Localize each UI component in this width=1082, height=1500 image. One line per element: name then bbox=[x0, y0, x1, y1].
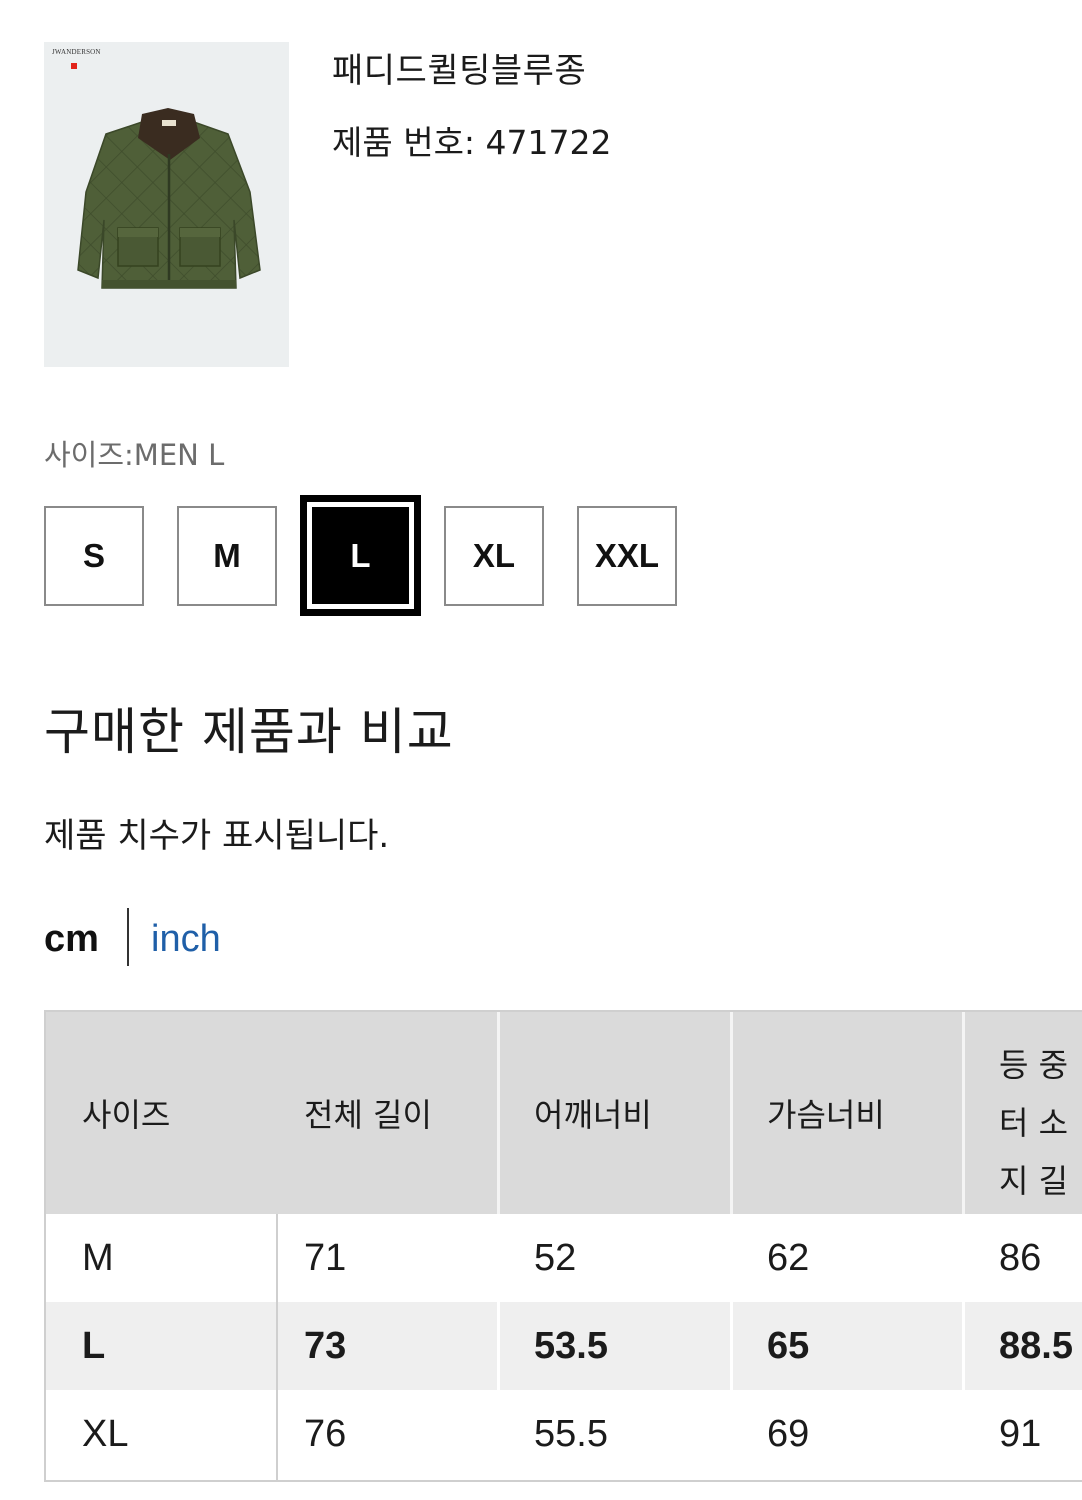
header-divider bbox=[497, 1012, 500, 1214]
compare-description: 제품 치수가 표시됩니다. bbox=[44, 816, 390, 856]
unit-inch-toggle[interactable]: inch bbox=[151, 915, 221, 963]
table-cell: M bbox=[82, 1236, 114, 1279]
table-cell: 86 bbox=[999, 1236, 1042, 1279]
product-number: 제품 번호: 471722 bbox=[332, 123, 612, 162]
table-cell: L bbox=[82, 1324, 106, 1367]
header-sleeve-line-1: 등 중 bbox=[999, 1046, 1069, 1084]
table-row: XL 76 55.5 69 91 bbox=[46, 1390, 1082, 1478]
size-label: 사이즈:MEN L bbox=[44, 438, 225, 472]
table-cell: 55.5 bbox=[534, 1412, 608, 1455]
table-cell: 73 bbox=[304, 1324, 347, 1367]
header-size: 사이즈 bbox=[82, 1096, 171, 1134]
table-header: 사이즈 전체 길이 어깨너비 가슴너비 등 중 터 소 지 길 bbox=[46, 1012, 1082, 1214]
header-sleeve-length: 등 중 터 소 지 길 bbox=[999, 1036, 1082, 1210]
column-divider bbox=[497, 1214, 500, 1480]
product-image: JWANDERSON bbox=[44, 42, 289, 367]
table-cell: 91 bbox=[999, 1412, 1042, 1455]
table-cell: XL bbox=[82, 1412, 129, 1455]
header-divider bbox=[962, 1012, 965, 1214]
size-option-l-gap: L bbox=[307, 502, 414, 609]
size-option-s[interactable]: S bbox=[44, 506, 144, 606]
header-chest-width: 가슴너비 bbox=[767, 1096, 885, 1134]
table-row-highlighted: L 73 53.5 65 88.5 bbox=[46, 1302, 1082, 1390]
compare-title: 구매한 제품과 비교 bbox=[44, 703, 454, 761]
table-cell: 52 bbox=[534, 1236, 577, 1279]
unit-divider bbox=[127, 908, 129, 966]
table-cell: 69 bbox=[767, 1412, 810, 1455]
size-option-l-frame[interactable]: L bbox=[300, 495, 421, 616]
unit-cm-toggle[interactable]: cm bbox=[44, 915, 99, 963]
header-shoulder-width: 어깨너비 bbox=[534, 1096, 652, 1134]
table-row: M 71 52 62 86 bbox=[46, 1214, 1082, 1302]
column-divider bbox=[962, 1214, 965, 1480]
size-option-xl[interactable]: XL bbox=[444, 506, 544, 606]
table-cell: 53.5 bbox=[534, 1324, 608, 1367]
jacket-illustration bbox=[77, 108, 261, 289]
table-cell: 65 bbox=[767, 1324, 810, 1367]
column-divider bbox=[730, 1214, 733, 1480]
header-sleeve-line-2: 터 소 bbox=[999, 1104, 1069, 1142]
header-sleeve-line-3: 지 길 bbox=[999, 1162, 1069, 1200]
column-divider bbox=[276, 1214, 278, 1480]
size-option-xxl[interactable]: XXL bbox=[577, 506, 677, 606]
table-cell: 62 bbox=[767, 1236, 810, 1279]
size-option-l[interactable]: L bbox=[312, 507, 409, 604]
table-cell: 76 bbox=[304, 1412, 347, 1455]
header-total-length: 전체 길이 bbox=[304, 1096, 432, 1134]
header-divider bbox=[730, 1012, 733, 1214]
table-cell: 71 bbox=[304, 1236, 347, 1279]
size-table: 사이즈 전체 길이 어깨너비 가슴너비 등 중 터 소 지 길 M 71 52 … bbox=[44, 1010, 1082, 1482]
table-cell: 88.5 bbox=[999, 1324, 1073, 1367]
product-name: 패디드퀼팅블루종 bbox=[332, 51, 587, 91]
size-option-m[interactable]: M bbox=[177, 506, 277, 606]
